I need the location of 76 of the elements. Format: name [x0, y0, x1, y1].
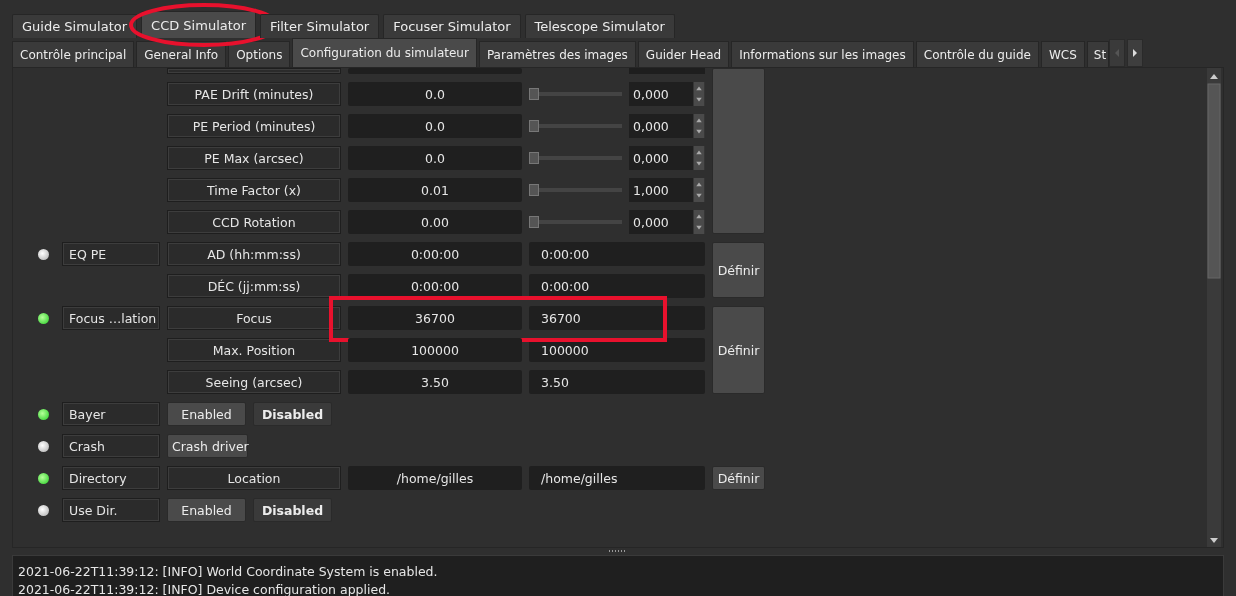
spin-box[interactable]: 0,000 — [629, 82, 705, 106]
scroll-right-button[interactable] — [1126, 38, 1143, 67]
switch-button[interactable]: Disabled — [253, 402, 332, 426]
spin-box[interactable]: 0,000 — [629, 114, 705, 138]
spin-arrows-icon[interactable] — [693, 178, 705, 202]
value-field: 0.00 — [348, 210, 522, 234]
spin-arrows-icon[interactable] — [693, 210, 705, 234]
value-field: 0.0 — [348, 82, 522, 106]
switch-button[interactable]: Enabled — [167, 402, 246, 426]
value-field: 0.0 — [348, 146, 522, 170]
input-field[interactable]: 3.50 — [529, 370, 705, 394]
tab[interactable]: Configuration du simulateur — [292, 38, 477, 67]
property-label: PE Max (arcsec) — [167, 146, 341, 170]
property-label: DÉC (jj:mm:ss) — [167, 274, 341, 298]
tab[interactable]: Guide Simulator — [12, 14, 138, 38]
tab[interactable]: St — [1086, 41, 1109, 67]
property-label: Max. Position — [167, 338, 341, 362]
set-button[interactable]: Définir — [712, 242, 765, 298]
input-field[interactable]: 100000 — [529, 338, 705, 362]
input-field[interactable]: 36700 — [529, 306, 705, 330]
slider-thumb[interactable] — [529, 152, 539, 164]
property-label: Time Factor (x) — [167, 178, 341, 202]
value-field: 0.0 — [348, 114, 522, 138]
input-field[interactable]: 0:00:00 — [529, 274, 705, 298]
slider-thumb[interactable] — [529, 216, 539, 228]
set-button[interactable]: Définir — [712, 306, 765, 394]
input-field[interactable]: 0:00:00 — [529, 242, 705, 266]
tab[interactable]: Filter Simulator — [260, 14, 380, 38]
property-label: PAE Drift (minutes) — [167, 82, 341, 106]
slider-thumb[interactable] — [529, 88, 539, 100]
property-label: PE Period (minutes) — [167, 114, 341, 138]
property-label: CCD Rotation — [167, 210, 341, 234]
property-label: Seeing (arcsec) — [167, 370, 341, 394]
spin-arrows-icon[interactable] — [693, 82, 705, 106]
property-label: AD (hh:mm:ss) — [167, 242, 341, 266]
switch-button[interactable]: Enabled — [167, 498, 246, 522]
tab[interactable]: Contrôle du guide — [915, 41, 1039, 67]
set-button[interactable]: Définir — [712, 466, 765, 490]
property-label: Location — [167, 466, 341, 490]
spin-box[interactable]: 1,000 — [629, 178, 705, 202]
tab[interactable]: Guider Head — [637, 41, 730, 67]
scrollbar[interactable] — [1207, 68, 1221, 547]
log-line: 2021-06-22T11:39:12: [INFO] Device configuration applied. — [18, 581, 392, 596]
tab[interactable]: Focuser Simulator — [383, 14, 521, 38]
spin-box[interactable]: 0,000 — [629, 146, 705, 170]
property-label: Focus — [167, 306, 341, 330]
value-field: 0:00:00 — [348, 274, 522, 298]
tab[interactable]: Informations sur les images — [731, 41, 914, 67]
splitter-handle-icon[interactable] — [608, 550, 628, 553]
value-field: 3.50 — [348, 370, 522, 394]
spin-box[interactable]: 0,000 — [629, 210, 705, 234]
property-name: Focus …lation — [62, 306, 160, 330]
log-line: 2021-06-22T11:39:12: [INFO] World Coordinate System is enabled. — [18, 563, 439, 581]
tab[interactable]: CCD Simulator — [141, 11, 257, 38]
property-name: Bayer — [62, 402, 160, 426]
property-name: Directory — [62, 466, 160, 490]
tab[interactable]: Paramètres des images — [478, 41, 636, 67]
set-button[interactable] — [712, 68, 765, 234]
property-name: Use Dir. — [62, 498, 160, 522]
slider-thumb[interactable] — [529, 120, 539, 132]
tab[interactable]: Telescope Simulator — [524, 14, 675, 38]
tab[interactable]: Options — [228, 41, 291, 67]
slider-thumb[interactable] — [529, 184, 539, 196]
value-field: 0.01 — [348, 178, 522, 202]
property-name: Crash — [62, 434, 160, 458]
value-field: 100000 — [348, 338, 522, 362]
switch-button[interactable]: Crash driver — [167, 434, 248, 458]
value-field: /home/gilles — [348, 466, 522, 490]
input-field[interactable]: /home/gilles — [529, 466, 705, 490]
switch-button[interactable]: Disabled — [253, 498, 332, 522]
tab[interactable]: Contrôle principal — [12, 41, 135, 67]
tab[interactable]: WCS — [1040, 41, 1085, 67]
value-field: 0:00:00 — [348, 242, 522, 266]
property-name: EQ PE — [62, 242, 160, 266]
spin-arrows-icon[interactable] — [693, 146, 705, 170]
spin-arrows-icon[interactable] — [693, 114, 705, 138]
